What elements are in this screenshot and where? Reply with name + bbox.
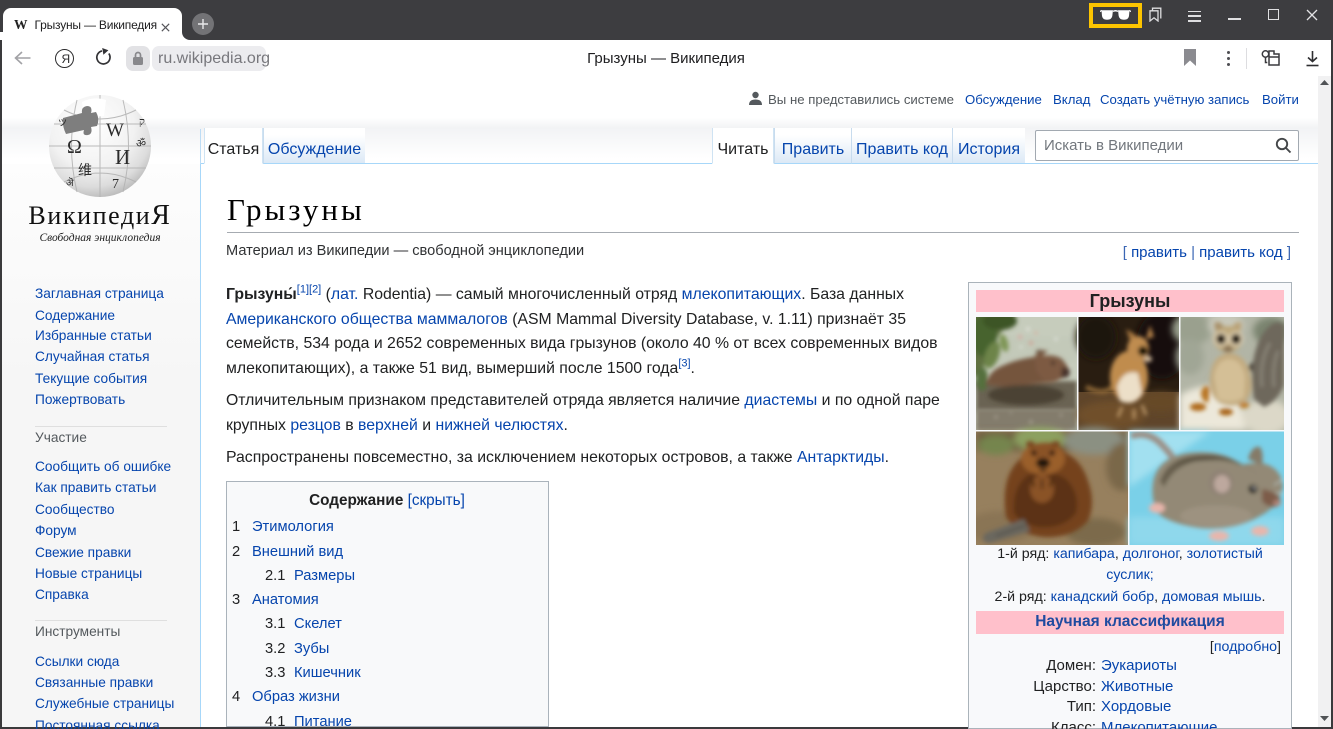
svg-text:Ω: Ω	[67, 136, 82, 158]
svg-text:维: 维	[78, 163, 92, 179]
svg-text:7: 7	[112, 177, 119, 192]
svg-text:ツ: ツ	[58, 118, 67, 128]
svg-text:И: И	[115, 145, 130, 169]
svg-text:ॐ: ॐ	[136, 137, 146, 150]
svg-text:W: W	[106, 120, 124, 141]
svg-text:ק: ק	[139, 116, 145, 128]
svg-text:ऄ: ऄ	[66, 177, 74, 189]
